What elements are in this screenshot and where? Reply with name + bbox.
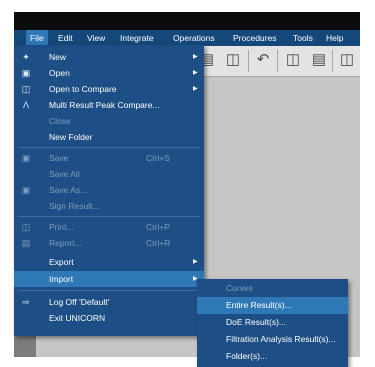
shortcut-label: Ctrl+S — [146, 153, 170, 163]
menu-tools[interactable]: Tools — [293, 33, 313, 43]
menu-item-new-folder[interactable]: New Folder — [14, 129, 204, 145]
menu-view[interactable]: View — [87, 33, 105, 43]
submenu-arrow-icon: ▶ — [193, 54, 198, 60]
peak-compare-icon: Λ — [22, 100, 29, 110]
menu-separator — [18, 216, 200, 217]
menu-item-label: Save — [49, 153, 69, 163]
menu-item-close[interactable]: Close — [14, 113, 204, 129]
submenu-item-doe-results[interactable]: DoE Result(s)... — [197, 314, 348, 331]
menu-item-label: Multi Result Peak Compare... — [49, 100, 160, 110]
submenu-arrow-icon: ▶ — [193, 86, 198, 92]
submenu-item-curves[interactable]: Curves — [197, 280, 348, 297]
submenu-item-filtration-analysis-results[interactable]: Filtration Analysis Result(s)... — [197, 331, 348, 348]
submenu-item-label: Folder(s)... — [226, 351, 268, 361]
submenu-item-entire-results[interactable]: Entire Result(s)... — [197, 297, 348, 314]
menu-item-label: Export — [49, 257, 74, 267]
clipboard-icon[interactable]: ◫ — [224, 51, 242, 69]
toolbar-separator — [277, 50, 278, 72]
menu-help[interactable]: Help — [326, 33, 343, 43]
import-submenu: Curves Entire Result(s)... DoE Result(s)… — [197, 279, 348, 367]
menu-item-label: Log Off 'Default' — [49, 297, 110, 307]
menu-separator — [18, 147, 200, 148]
menu-file[interactable]: File — [26, 30, 48, 46]
menu-item-import[interactable]: Import ▶ — [14, 271, 204, 287]
save-icon: ▣ — [21, 153, 31, 163]
toolbar-separator — [248, 50, 249, 72]
menu-item-save-as[interactable]: ▣ Save As... — [14, 182, 204, 198]
menu-operations[interactable]: Operations — [173, 33, 215, 43]
shortcut-label: Ctrl+R — [146, 238, 171, 248]
network-icon[interactable]: ◫ — [338, 51, 356, 69]
menu-item-sign-result[interactable]: Sign Result... — [14, 198, 204, 214]
menu-separator — [18, 290, 200, 291]
submenu-item-label: Curves — [226, 283, 253, 293]
menu-item-report[interactable]: ▤ Report... Ctrl+R — [14, 235, 204, 251]
menu-item-new[interactable]: ✦ New ▶ — [14, 49, 204, 65]
menu-item-label: Close — [49, 116, 71, 126]
menu-item-label: Print... — [49, 222, 74, 232]
menu-item-label: Report... — [49, 238, 82, 248]
menu-item-open[interactable]: ▣ Open ▶ — [14, 65, 204, 81]
log-off-icon: ⇨ — [22, 297, 30, 307]
menu-item-save[interactable]: ▣ Save Ctrl+S — [14, 150, 204, 166]
menu-item-log-off[interactable]: ⇨ Log Off 'Default' — [14, 294, 204, 310]
submenu-item-label: Filtration Analysis Result(s)... — [226, 334, 336, 344]
menu-item-label: Open — [49, 68, 70, 78]
print-icon: ◫ — [21, 222, 31, 232]
menu-procedures[interactable]: Procedures — [233, 33, 276, 43]
title-strip — [14, 12, 360, 30]
folder-icon: ▣ — [21, 68, 31, 78]
compare-icon: ◫ — [21, 84, 31, 94]
submenu-arrow-icon: ▶ — [193, 70, 198, 76]
menu-item-open-to-compare[interactable]: ◫ Open to Compare ▶ — [14, 81, 204, 97]
document-icon[interactable]: ▤ — [310, 51, 328, 69]
toolbar-separator — [332, 50, 333, 72]
menu-item-print[interactable]: ◫ Print... Ctrl+P — [14, 219, 204, 235]
new-icon: ✦ — [22, 52, 30, 62]
file-menu: ✦ New ▶ ▣ Open ▶ ◫ Open to Compare ▶ Λ M… — [14, 45, 204, 336]
submenu-item-label: Entire Result(s)... — [226, 300, 292, 310]
report-icon: ▤ — [21, 238, 31, 248]
menu-bar: File Edit View Integrate Operations Proc… — [14, 30, 360, 46]
menu-edit[interactable]: Edit — [58, 33, 73, 43]
menu-item-label: Sign Result... — [49, 201, 100, 211]
menu-item-exit-unicorn[interactable]: Exit UNICORN — [14, 310, 204, 326]
monitor-icon[interactable]: ◫ — [284, 51, 302, 69]
menu-item-label: Save All — [49, 169, 80, 179]
menu-item-label: New — [49, 52, 67, 62]
menu-item-export[interactable]: Export ▶ — [14, 254, 204, 270]
menu-item-label: Save As... — [49, 185, 88, 195]
menu-item-label: Open to Compare — [49, 84, 117, 94]
menu-item-label: Import — [49, 274, 74, 284]
submenu-item-folders[interactable]: Folder(s)... — [197, 348, 348, 365]
shortcut-label: Ctrl+P — [146, 222, 170, 232]
menu-item-multi-result-peak-compare[interactable]: Λ Multi Result Peak Compare... — [14, 97, 204, 113]
save-as-icon: ▣ — [21, 185, 31, 195]
menu-item-label: Exit UNICORN — [49, 313, 106, 323]
menu-item-save-all[interactable]: Save All — [14, 166, 204, 182]
submenu-arrow-icon: ▶ — [193, 259, 198, 265]
menu-item-label: New Folder — [49, 132, 93, 142]
undo-arrow-icon[interactable]: ↶ — [254, 51, 272, 69]
submenu-item-label: DoE Result(s)... — [226, 317, 286, 327]
menu-integrate[interactable]: Integrate — [120, 33, 154, 43]
